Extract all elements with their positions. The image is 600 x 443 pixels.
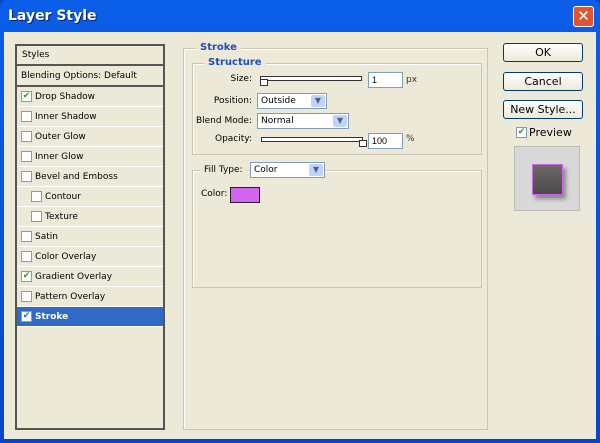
new-style-button[interactable]: New Style... bbox=[503, 100, 583, 119]
ok-button[interactable]: OK bbox=[503, 43, 583, 62]
color-label: Color: bbox=[201, 189, 228, 199]
checked-checkbox[interactable]: ✔ bbox=[21, 271, 32, 282]
checkbox[interactable] bbox=[21, 251, 32, 262]
style-item-label: Inner Shadow bbox=[35, 111, 97, 122]
style-item[interactable]: ✔ Drop Shadow bbox=[17, 87, 163, 107]
checkbox[interactable] bbox=[31, 191, 42, 202]
cancel-button[interactable]: Cancel bbox=[503, 72, 583, 91]
style-item-label: Color Overlay bbox=[35, 251, 97, 262]
checkbox[interactable] bbox=[21, 171, 32, 182]
checked-checkbox[interactable]: ✔ bbox=[21, 311, 32, 322]
position-select[interactable]: Outside ▼ bbox=[257, 93, 327, 109]
style-item[interactable]: ✔ Gradient Overlay bbox=[17, 267, 163, 287]
style-preview bbox=[514, 146, 580, 211]
size-slider-thumb[interactable] bbox=[260, 79, 268, 86]
blend-mode-value: Normal bbox=[261, 116, 294, 126]
fill-type-label: Fill Type: bbox=[200, 162, 247, 178]
checkbox[interactable] bbox=[21, 131, 32, 142]
layer-style-dialog: Layer Style ✕ Styles Blending Options: D… bbox=[0, 0, 600, 443]
blending-options-item[interactable]: Blending Options: Default bbox=[17, 66, 163, 87]
fill-type-select[interactable]: Color ▼ bbox=[250, 162, 325, 178]
style-item-label: Satin bbox=[35, 231, 58, 242]
style-item[interactable]: ✔ Stroke bbox=[17, 307, 163, 327]
position-value: Outside bbox=[261, 96, 296, 106]
style-item[interactable]: Bevel and Emboss bbox=[17, 167, 163, 187]
blend-mode-label: Blend Mode: bbox=[195, 116, 252, 126]
dialog-body: Styles Blending Options: Default ✔ Drop S… bbox=[4, 32, 596, 439]
checkbox[interactable] bbox=[21, 151, 32, 162]
styles-list: Styles Blending Options: Default ✔ Drop S… bbox=[15, 44, 165, 430]
style-item-label: Gradient Overlay bbox=[35, 271, 113, 282]
styles-header[interactable]: Styles bbox=[17, 46, 163, 66]
style-item-label: Bevel and Emboss bbox=[35, 171, 118, 182]
opacity-label: Opacity: bbox=[215, 134, 252, 144]
style-item[interactable]: Contour bbox=[17, 187, 163, 207]
stroke-title: Stroke bbox=[196, 42, 241, 53]
style-item[interactable]: Texture bbox=[17, 207, 163, 227]
opacity-input[interactable] bbox=[368, 133, 403, 149]
style-item[interactable]: Satin bbox=[17, 227, 163, 247]
check-icon: ✔ bbox=[516, 127, 527, 138]
structure-title: Structure bbox=[204, 57, 266, 68]
checkbox[interactable] bbox=[31, 211, 42, 222]
style-item-label: Stroke bbox=[35, 311, 69, 322]
chevron-down-icon: ▼ bbox=[309, 164, 323, 176]
opacity-slider-thumb[interactable] bbox=[359, 140, 367, 147]
style-item-label: Inner Glow bbox=[35, 151, 84, 162]
chevron-down-icon: ▼ bbox=[333, 115, 347, 127]
style-item-label: Texture bbox=[45, 211, 78, 222]
style-item[interactable]: Inner Glow bbox=[17, 147, 163, 167]
style-item-label: Drop Shadow bbox=[35, 91, 96, 102]
opacity-slider[interactable] bbox=[261, 137, 367, 147]
size-input[interactable] bbox=[368, 72, 403, 88]
opacity-unit: % bbox=[406, 134, 415, 144]
color-swatch[interactable] bbox=[230, 187, 260, 203]
style-item-label: Contour bbox=[45, 191, 81, 202]
window-title: Layer Style bbox=[8, 8, 97, 24]
size-slider[interactable] bbox=[260, 76, 362, 86]
chevron-down-icon: ▼ bbox=[311, 95, 325, 107]
preview-square bbox=[532, 164, 563, 195]
fill-type-value: Color bbox=[254, 165, 278, 175]
style-item-label: Outer Glow bbox=[35, 131, 86, 142]
style-item[interactable]: Outer Glow bbox=[17, 127, 163, 147]
checkbox[interactable] bbox=[21, 111, 32, 122]
checked-checkbox[interactable]: ✔ bbox=[21, 91, 32, 102]
style-item[interactable]: Inner Shadow bbox=[17, 107, 163, 127]
close-button[interactable]: ✕ bbox=[573, 6, 594, 27]
preview-checkbox[interactable]: ✔ Preview bbox=[516, 126, 572, 139]
size-unit: px bbox=[406, 75, 418, 85]
blend-mode-select[interactable]: Normal ▼ bbox=[257, 113, 349, 129]
checkbox[interactable] bbox=[21, 291, 32, 302]
style-item-label: Pattern Overlay bbox=[35, 291, 106, 302]
preview-label: Preview bbox=[529, 126, 572, 139]
style-item[interactable]: Pattern Overlay bbox=[17, 287, 163, 307]
size-label: Size: bbox=[230, 74, 252, 84]
style-item[interactable]: Color Overlay bbox=[17, 247, 163, 267]
checkbox[interactable] bbox=[21, 231, 32, 242]
position-label: Position: bbox=[213, 96, 252, 106]
